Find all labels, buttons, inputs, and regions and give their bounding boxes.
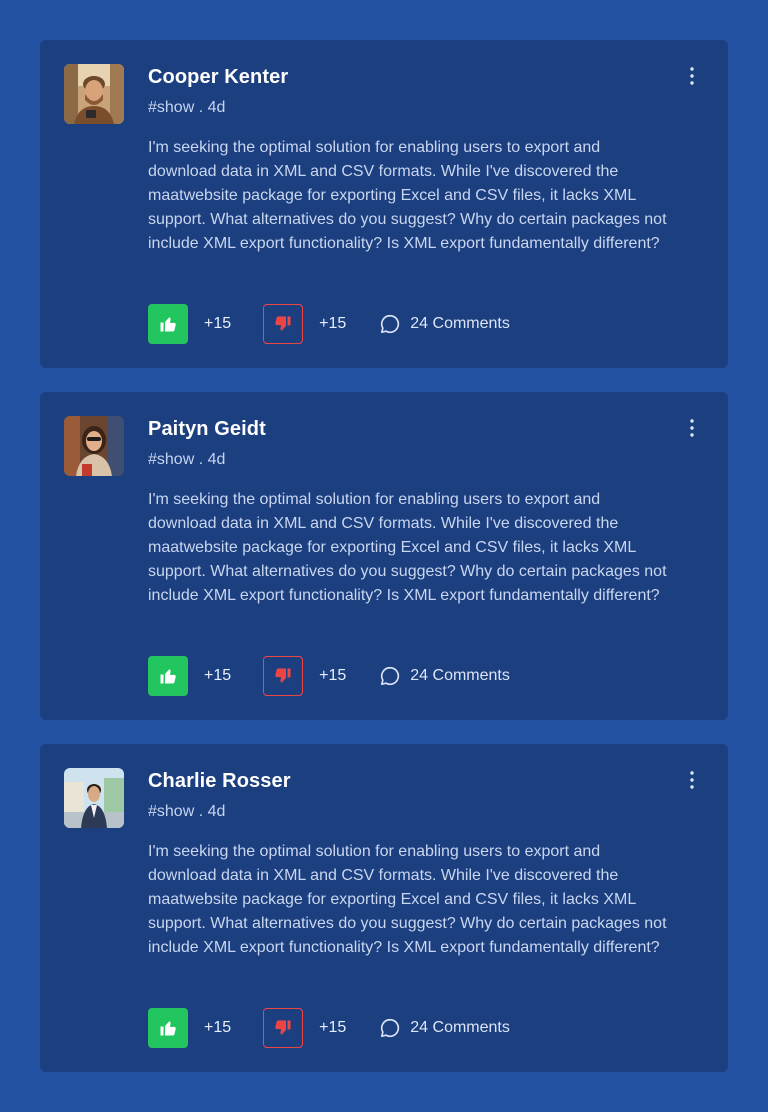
like-count: +15 [204,1019,232,1036]
dislike-button[interactable] [263,656,304,696]
thumbs-up-icon [160,317,176,332]
post-feed: Cooper Kenter #show . 4d I'm seeking the… [40,40,728,1096]
more-vertical-icon [690,419,694,437]
dislike-count: +15 [319,1019,347,1036]
author-name[interactable]: Cooper Kenter [148,66,288,89]
like-button[interactable] [148,656,188,696]
like-button[interactable] [148,304,188,344]
dislike-button[interactable] [263,1008,304,1048]
avatar[interactable] [64,416,124,476]
post-card: Cooper Kenter #show . 4d I'm seeking the… [40,40,728,368]
dislike-count: +15 [319,667,347,684]
post-body: I'm seeking the optimal solution for ena… [148,843,667,956]
post-card: Charlie Rosser #show . 4d I'm seeking th… [40,744,728,1072]
comments-link[interactable]: 24 Comments [379,665,510,687]
avatar-photo [64,416,124,476]
avatar-photo [64,64,124,124]
thumbs-up-icon [160,669,176,684]
author-name[interactable]: Charlie Rosser [148,770,291,793]
comment-bubble-icon [381,1018,400,1038]
post-actions: +15 +15 24 Comments [148,1008,510,1048]
comments-label: 24 Comments [410,1019,510,1036]
thumbs-up-icon [160,1021,176,1036]
thumbs-down-icon [275,316,291,331]
dislike-count: +15 [319,315,347,332]
post-actions: +15 +15 24 Comments [148,304,510,344]
post-meta: #show . 4d [148,451,226,468]
avatar-photo [64,768,124,828]
post-actions: +15 +15 24 Comments [148,656,510,696]
comments-link[interactable]: 24 Comments [379,313,510,335]
post-meta: #show . 4d [148,99,226,116]
like-count: +15 [204,315,232,332]
more-vertical-icon [690,67,694,85]
thumbs-down-icon [275,668,291,683]
post-card: Paityn Geidt #show . 4d I'm seeking the … [40,392,728,720]
comments-label: 24 Comments [410,667,510,684]
comments-link[interactable]: 24 Comments [379,1017,510,1039]
avatar[interactable] [64,64,124,124]
dislike-button[interactable] [263,304,304,344]
thumbs-down-icon [275,1020,291,1035]
like-count: +15 [204,667,232,684]
comment-bubble-icon [381,314,400,334]
more-options-button[interactable] [680,64,704,88]
more-vertical-icon [690,771,694,789]
author-name[interactable]: Paityn Geidt [148,418,266,441]
more-options-button[interactable] [680,416,704,440]
post-body: I'm seeking the optimal solution for ena… [148,139,667,252]
avatar[interactable] [64,768,124,828]
post-body: I'm seeking the optimal solution for ena… [148,491,667,604]
comment-bubble-icon [381,666,400,686]
post-meta: #show . 4d [148,803,226,820]
comments-label: 24 Comments [410,315,510,332]
like-button[interactable] [148,1008,188,1048]
more-options-button[interactable] [680,768,704,792]
